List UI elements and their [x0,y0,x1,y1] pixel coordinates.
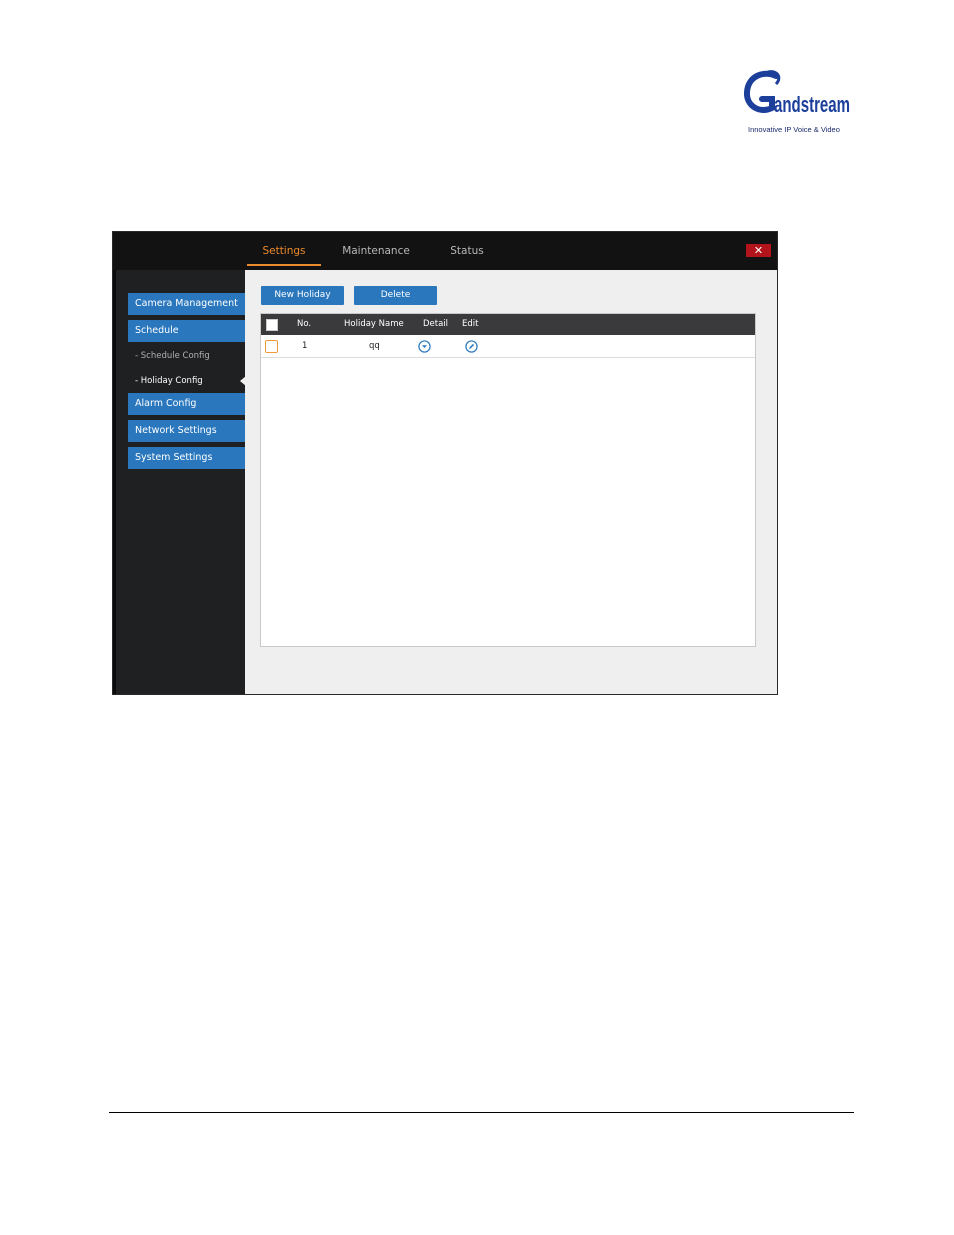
settings-sidebar: Camera Management Schedule - Schedule Co… [113,270,246,694]
column-header-detail: Detail [423,319,449,329]
holiday-table: No. Holiday Name Detail Edit 1 qq [260,313,756,647]
footer-divider [109,1112,854,1113]
sidebar-edge [113,270,116,694]
table-row[interactable]: 1 qq [261,336,755,358]
chevron-down-circle-icon[interactable] [418,340,431,353]
tab-settings[interactable]: Settings [247,232,321,266]
top-navigation-bar: Settings Maintenance Status ✕ [113,232,777,270]
sidebar-item-holiday-config[interactable]: - Holiday Config [128,371,245,391]
svg-text:andstream: andstream [774,92,850,117]
sidebar-item-camera-management[interactable]: Camera Management [128,293,245,315]
row-no: 1 [302,341,308,351]
row-holiday-name: qq [369,341,380,351]
sidebar-item-schedule[interactable]: Schedule [128,320,245,342]
pencil-circle-icon[interactable] [465,340,478,353]
row-checkbox[interactable] [265,340,278,353]
tab-status[interactable]: Status [443,232,491,264]
active-item-pointer [240,376,246,386]
sidebar-item-network-settings[interactable]: Network Settings [128,420,245,442]
sidebar-item-system-settings[interactable]: System Settings [128,447,245,469]
select-all-checkbox[interactable] [266,319,278,331]
sidebar-item-schedule-config[interactable]: - Schedule Config [128,346,245,366]
logo-tagline: Innovative IP Voice & Video [748,125,840,134]
table-header: No. Holiday Name Detail Edit [261,314,755,335]
new-holiday-button[interactable]: New Holiday [261,286,344,305]
sidebar-item-alarm-config[interactable]: Alarm Config [128,393,245,415]
column-header-edit: Edit [462,319,479,329]
tab-maintenance[interactable]: Maintenance [335,232,417,264]
grandstream-logo: andstream Innovative IP Voice & Video [738,68,856,138]
nvr-settings-window: Settings Maintenance Status ✕ Camera Man… [112,231,778,695]
logo-mark-icon: andstream [744,70,850,117]
column-header-no: No. [297,319,312,329]
delete-button[interactable]: Delete [354,286,437,305]
close-button[interactable]: ✕ [746,244,771,257]
column-header-holiday-name: Holiday Name [344,319,404,329]
close-icon: ✕ [753,244,764,257]
